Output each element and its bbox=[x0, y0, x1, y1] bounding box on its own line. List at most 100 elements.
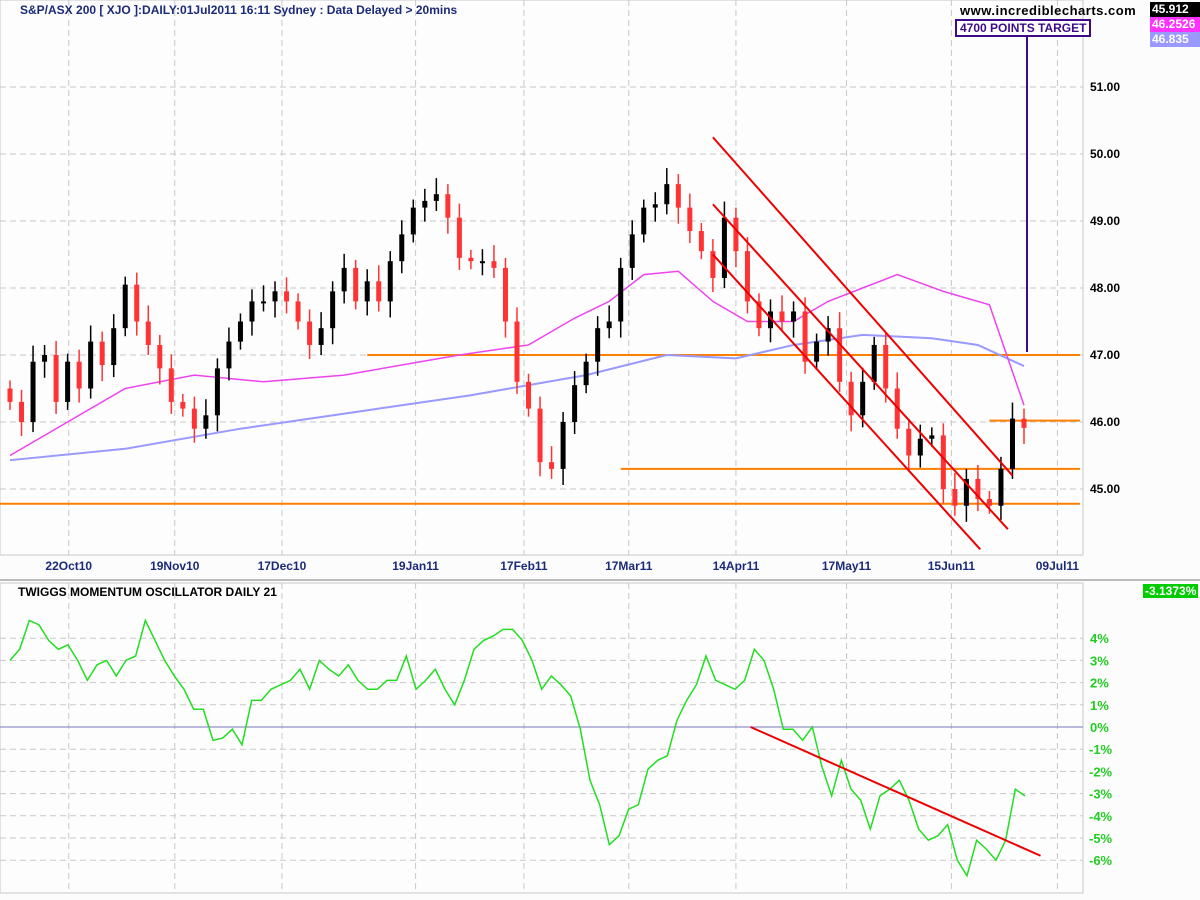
x-tick-label: 22Oct10 bbox=[45, 559, 92, 573]
price-tick-label: 50.00 bbox=[1090, 147, 1120, 161]
candle-body bbox=[203, 415, 209, 429]
candle-body bbox=[998, 468, 1004, 506]
price-panel bbox=[0, 0, 1084, 556]
candle-body bbox=[675, 184, 681, 208]
oscillator-panel bbox=[0, 582, 1084, 894]
candle-body bbox=[145, 321, 151, 345]
candle-body bbox=[733, 217, 739, 252]
price-tick-label: 48.00 bbox=[1090, 281, 1120, 295]
osc-tick-label: -4% bbox=[1089, 809, 1113, 824]
candle-body bbox=[491, 261, 497, 268]
x-tick-label: 09Jul11 bbox=[1036, 559, 1080, 573]
candle-body bbox=[1009, 418, 1015, 469]
candle-body bbox=[664, 184, 670, 205]
candle-body bbox=[698, 231, 704, 252]
oscillator-title: TWIGGS MOMENTUM OSCILLATOR DAILY 21 bbox=[18, 585, 277, 599]
candle-body bbox=[526, 381, 532, 409]
x-tick-label: 14Apr11 bbox=[713, 559, 760, 573]
candle-body bbox=[364, 281, 370, 302]
candle-body bbox=[341, 267, 347, 292]
candle-body bbox=[629, 234, 635, 268]
candle-body bbox=[514, 321, 520, 382]
candle-body bbox=[284, 291, 290, 302]
candle-body bbox=[307, 321, 313, 345]
candle-body bbox=[986, 499, 992, 506]
candle-body bbox=[652, 204, 658, 208]
price-tick-label: 47.00 bbox=[1090, 348, 1120, 362]
candle-body bbox=[871, 344, 877, 382]
candle-body bbox=[399, 234, 405, 262]
osc-tick-label: 3% bbox=[1090, 653, 1109, 668]
candle-body bbox=[791, 311, 797, 322]
candle-body bbox=[318, 328, 324, 345]
candle-body bbox=[122, 284, 128, 329]
candle-body bbox=[479, 261, 485, 264]
candle-body bbox=[76, 361, 82, 389]
candle-body bbox=[549, 462, 555, 469]
osc-tick-label: 0% bbox=[1090, 720, 1109, 735]
candle-body bbox=[537, 408, 543, 463]
candle-body bbox=[191, 408, 197, 429]
price-badge-close: 45.912 bbox=[1150, 2, 1200, 17]
candle-body bbox=[572, 385, 578, 422]
osc-tick-label: -5% bbox=[1089, 831, 1113, 846]
candle-body bbox=[410, 207, 416, 235]
candle-body bbox=[814, 341, 820, 362]
candle-body bbox=[906, 428, 912, 456]
candle-body bbox=[468, 257, 474, 262]
candle-body bbox=[837, 328, 843, 382]
candle-body bbox=[7, 388, 13, 402]
candle-body bbox=[261, 301, 266, 304]
x-tick-label: 19Jan11 bbox=[392, 559, 439, 573]
x-tick-label: 17Mar11 bbox=[605, 559, 653, 573]
osc-tick-label: -3% bbox=[1089, 787, 1113, 802]
x-tick-label: 17Dec10 bbox=[258, 559, 307, 573]
candle-body bbox=[929, 435, 935, 439]
candle-body bbox=[214, 368, 220, 416]
osc-tick-label: -1% bbox=[1089, 742, 1113, 757]
candle-body bbox=[433, 194, 439, 201]
x-tick-label: 15Jun11 bbox=[928, 559, 976, 573]
candle-body bbox=[249, 301, 255, 322]
candle-body bbox=[687, 207, 693, 232]
candle-body bbox=[952, 489, 958, 506]
candle-body bbox=[940, 435, 946, 489]
price-badge-ma-short: 46.2526 bbox=[1150, 17, 1200, 32]
price-tick-label: 49.00 bbox=[1090, 214, 1120, 228]
candle-body bbox=[583, 361, 589, 386]
candle-body bbox=[502, 267, 508, 322]
osc-tick-label: -2% bbox=[1089, 764, 1113, 779]
osc-tick-label: 1% bbox=[1090, 698, 1109, 713]
candle-body bbox=[157, 344, 163, 369]
candle-body bbox=[53, 355, 59, 402]
price-tick-label: 46.00 bbox=[1090, 415, 1120, 429]
candle-body bbox=[272, 291, 278, 302]
candle-body bbox=[595, 328, 601, 362]
candle-body bbox=[88, 341, 94, 389]
candle-body bbox=[226, 341, 232, 369]
candle-body bbox=[330, 291, 336, 329]
candle-body bbox=[1021, 418, 1027, 428]
candle-body bbox=[387, 261, 393, 302]
candle-body bbox=[295, 301, 301, 322]
candle-body bbox=[19, 401, 25, 422]
candle-body bbox=[560, 422, 566, 469]
candle-body bbox=[42, 355, 48, 362]
website-label: www.incrediblecharts.com bbox=[960, 3, 1137, 18]
candle-body bbox=[376, 281, 382, 302]
candle-body bbox=[641, 207, 647, 235]
price-badge-ma-long: 46.835 bbox=[1150, 32, 1200, 47]
candle-body bbox=[237, 321, 243, 342]
candle-body bbox=[111, 328, 117, 366]
candle-body bbox=[422, 200, 428, 208]
candle-body bbox=[860, 381, 866, 416]
candle-body bbox=[65, 361, 71, 402]
target-annotation: 4700 POINTS TARGET bbox=[955, 19, 1092, 37]
candle-body bbox=[134, 284, 140, 322]
osc-tick-label: 4% bbox=[1090, 631, 1109, 646]
price-tick-label: 51.00 bbox=[1090, 80, 1120, 94]
osc-tick-label: 2% bbox=[1090, 676, 1109, 691]
osc-tick-label: -6% bbox=[1089, 853, 1113, 868]
candle-body bbox=[618, 267, 624, 322]
x-tick-label: 17May11 bbox=[822, 559, 872, 573]
